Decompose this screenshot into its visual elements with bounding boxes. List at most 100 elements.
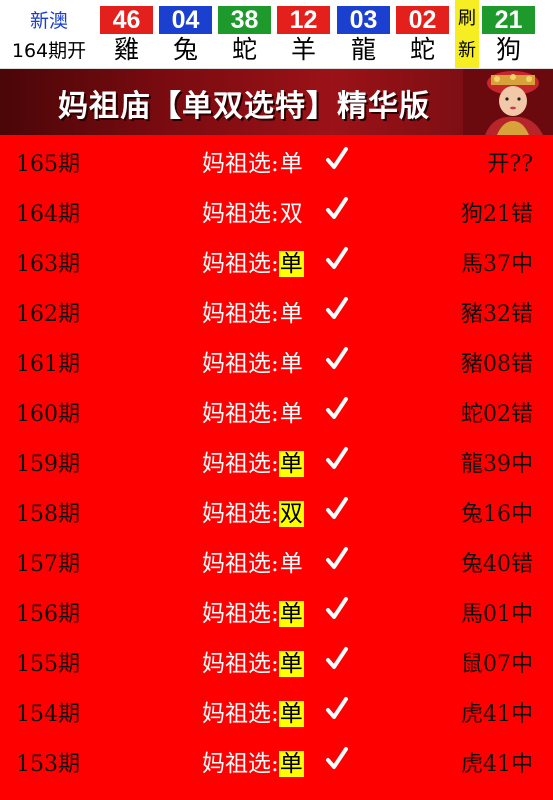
pick-text: 妈祖选:单 [202, 144, 304, 178]
period-label: 154期 [16, 702, 80, 727]
pick-text: 妈祖选:单 [202, 644, 304, 678]
pick-text: 妈祖选:双 [202, 494, 304, 528]
period-label: 157期 [16, 552, 80, 577]
pick-label: 妈祖选: [202, 551, 279, 577]
history-row: 155期 妈祖选:单 鼠07中 [0, 635, 553, 685]
result-label: 馬01中 [461, 602, 533, 627]
checkmark-icon [326, 147, 348, 169]
banner: 妈祖庙【单双选特】精华版 [0, 69, 553, 135]
ball-number: 02 [396, 6, 449, 34]
history-row: 154期 妈祖选:单 虎41中 [0, 685, 553, 735]
ball-number: 04 [159, 6, 212, 34]
results-bar: 新澳 164期开 46 雞 04 兔 38 蛇 12 羊 03 龍 02 蛇 刷… [0, 0, 553, 69]
pick-text: 妈祖选:单 [202, 244, 304, 278]
pick-label: 妈祖选: [202, 151, 279, 177]
history-row: 157期 妈祖选:单 兔40错 [0, 535, 553, 585]
history-row: 156期 妈祖选:单 馬01中 [0, 585, 553, 635]
result-label: 虎41中 [461, 752, 533, 777]
pick-label: 妈祖选: [202, 601, 279, 627]
pick-label: 妈祖选: [202, 451, 279, 477]
result-label: 虎41中 [461, 702, 533, 727]
period-label: 159期 [16, 452, 80, 477]
period-label: 163期 [16, 252, 80, 277]
ball-zodiac: 兔 [172, 35, 198, 64]
pick-label: 妈祖选: [202, 301, 279, 327]
ball-zodiac: 蛇 [409, 35, 435, 64]
checkmark-icon [326, 347, 348, 369]
checkmark-icon [326, 597, 348, 619]
pick-label: 妈祖选: [202, 351, 279, 377]
ball-number: 03 [337, 6, 390, 34]
checkmark-icon [326, 547, 348, 569]
pick-text: 妈祖选:单 [202, 444, 304, 478]
period-label: 164期 [16, 202, 80, 227]
result-ball: 04 兔 [159, 0, 212, 68]
pick-value: 单 [278, 251, 304, 277]
region-info: 新澳 164期开 [0, 0, 98, 68]
pick-value: 单 [278, 601, 304, 627]
checkmark-icon [326, 197, 348, 219]
period-label: 156期 [16, 602, 80, 627]
special-ball: 21 狗 [482, 0, 535, 68]
checkmark-icon [326, 647, 348, 669]
pick-text: 妈祖选:单 [202, 744, 304, 778]
result-label: 龍39中 [461, 452, 533, 477]
checkmark-icon [326, 447, 348, 469]
history-row: 153期 妈祖选:单 虎41中 [0, 735, 553, 785]
result-ball: 46 雞 [100, 0, 153, 68]
region-name: 新澳 [29, 10, 68, 32]
result-ball: 03 龍 [337, 0, 390, 68]
history-row: 161期 妈祖选:单 豬08错 [0, 335, 553, 385]
pick-value: 单 [279, 401, 303, 427]
result-label: 豬32错 [461, 302, 533, 327]
pick-value: 单 [278, 751, 304, 777]
checkmark-icon [326, 747, 348, 769]
ball-zodiac: 羊 [290, 35, 316, 64]
pick-label: 妈祖选: [202, 651, 279, 677]
result-label: 豬08错 [461, 352, 533, 377]
pick-value: 单 [279, 351, 303, 377]
checkmark-icon [326, 297, 348, 319]
result-ball: 02 蛇 [396, 0, 449, 68]
ball-number: 46 [100, 6, 153, 34]
result-label: 兔40错 [461, 552, 533, 577]
history-row: 162期 妈祖选:单 豬32错 [0, 285, 553, 335]
result-label: 开?? [487, 152, 533, 177]
ball-zodiac: 龍 [350, 35, 376, 64]
refresh-label-2: 新 [458, 40, 476, 61]
pick-history-list: 165期 妈祖选:单 开?? 164期 妈祖选:双 狗21错 163期 妈祖选:单 馬37中 16… [0, 135, 553, 800]
period-label: 161期 [16, 352, 80, 377]
period-label: 155期 [16, 652, 80, 677]
result-label: 馬37中 [461, 252, 533, 277]
pick-value: 双 [278, 501, 304, 527]
history-row: 163期 妈祖选:单 馬37中 [0, 235, 553, 285]
result-label: 鼠07中 [461, 652, 533, 677]
pick-text: 妈祖选:单 [202, 394, 304, 428]
period-label: 165期 [16, 152, 80, 177]
history-row: 159期 妈祖选:单 龍39中 [0, 435, 553, 485]
pick-value: 单 [279, 551, 303, 577]
history-row: 165期 妈祖选:单 开?? [0, 135, 553, 185]
result-ball: 12 羊 [277, 0, 330, 68]
pick-value: 单 [278, 651, 304, 677]
pick-value: 双 [279, 201, 303, 227]
pick-label: 妈祖选: [202, 251, 279, 277]
checkmark-icon [326, 497, 348, 519]
pick-text: 妈祖选:单 [202, 694, 304, 728]
period-label: 158期 [16, 502, 80, 527]
period-label: 160期 [16, 402, 80, 427]
pick-label: 妈祖选: [202, 401, 279, 427]
period-label: 162期 [16, 302, 80, 327]
refresh-button[interactable]: 刷 新 [455, 0, 479, 68]
pick-label: 妈祖选: [202, 701, 279, 727]
checkmark-icon [326, 247, 348, 269]
ball-number: 38 [218, 6, 271, 34]
ball-zodiac: 蛇 [231, 35, 257, 64]
pick-value: 单 [279, 301, 303, 327]
ball-zodiac: 雞 [113, 35, 139, 64]
refresh-label-1: 刷 [458, 8, 476, 29]
result-label: 兔16中 [461, 502, 533, 527]
pick-text: 妈祖选:单 [202, 594, 304, 628]
pick-text: 妈祖选:单 [202, 544, 304, 578]
ball-number: 12 [277, 6, 330, 34]
